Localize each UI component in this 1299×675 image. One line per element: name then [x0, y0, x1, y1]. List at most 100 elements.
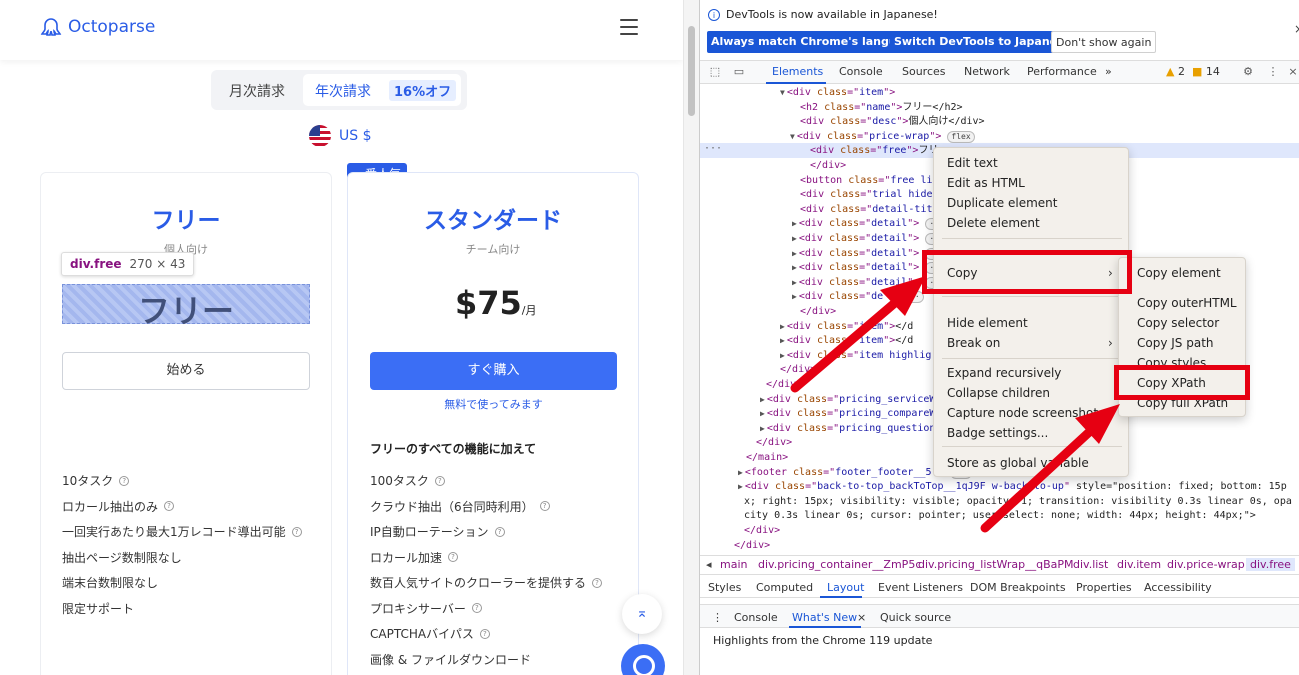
- subtab-accessibility[interactable]: Accessibility: [1144, 581, 1212, 594]
- dom-node-line[interactable]: </div>: [734, 539, 770, 553]
- submenu-item-copy-js-path[interactable]: Copy JS path: [1137, 336, 1214, 350]
- collapse-triangle-icon[interactable]: ▶: [792, 219, 797, 228]
- billing-monthly-option[interactable]: 月次請求: [229, 81, 285, 101]
- collapse-triangle-icon[interactable]: ▶: [792, 249, 797, 258]
- help-circle-icon[interactable]: ?: [164, 501, 175, 511]
- dont-show-button[interactable]: Don't show again: [1051, 31, 1157, 53]
- collapse-triangle-icon[interactable]: ▶: [792, 278, 797, 287]
- issues-counter[interactable]: ■ 14: [1192, 65, 1220, 78]
- help-circle-icon[interactable]: ?: [448, 552, 459, 562]
- close-tab-icon[interactable]: ×: [857, 611, 866, 624]
- dom-node-line[interactable]: ▶ <div class="item"></d: [780, 334, 913, 348]
- drawer-tab-quick-source[interactable]: Quick source: [880, 611, 951, 624]
- drawer-tab-whats-new[interactable]: What's New: [792, 611, 857, 624]
- breadcrumb-item[interactable]: div.pricing_listWrap__qBaPM: [918, 558, 1074, 571]
- tab-sources[interactable]: Sources: [902, 65, 946, 78]
- switch-japanese-button[interactable]: Switch DevTools to Japanese: [890, 31, 1076, 53]
- menu-item-store-as-global-variable[interactable]: Store as global variable: [947, 456, 1089, 470]
- menu-item-hide-element[interactable]: Hide element: [947, 316, 1028, 330]
- collapse-triangle-icon[interactable]: ▶: [760, 395, 765, 404]
- menu-item-badge-settings-[interactable]: Badge settings...: [947, 426, 1048, 440]
- page-scrollbar[interactable]: [683, 0, 699, 675]
- collapse-triangle-icon[interactable]: ▶: [760, 424, 765, 433]
- submenu-item-copy-element[interactable]: Copy element: [1137, 266, 1221, 280]
- device-toolbar-icon[interactable]: ▭: [732, 65, 746, 79]
- breadcrumb-item[interactable]: div.free: [1246, 558, 1295, 571]
- breadcrumb-prev-icon[interactable]: ◂: [706, 558, 712, 571]
- free-trial-link[interactable]: 無料で使ってみます: [370, 396, 617, 412]
- menu-item-break-on[interactable]: Break on: [947, 336, 1000, 350]
- subtab-layout[interactable]: Layout: [827, 581, 864, 594]
- back-to-top-button[interactable]: ⌅: [622, 594, 662, 634]
- help-circle-icon[interactable]: ?: [471, 603, 482, 613]
- dom-node-line[interactable]: x; right: 15px; visibility: visible; opa…: [744, 495, 1292, 509]
- breadcrumb-item[interactable]: main: [720, 558, 747, 571]
- dom-node-line[interactable]: </div>: [744, 524, 780, 538]
- dom-node-line[interactable]: <h2 class="name">フリー</h2>: [800, 101, 963, 115]
- collapse-triangle-icon[interactable]: ▶: [780, 322, 785, 331]
- help-circle-icon[interactable]: ?: [592, 577, 603, 588]
- kebab-menu-icon[interactable]: ⋮: [1266, 65, 1280, 79]
- menu-item-expand-recursively[interactable]: Expand recursively: [947, 366, 1061, 380]
- drawer-tab-console[interactable]: Console: [734, 611, 778, 624]
- menu-item-duplicate-element[interactable]: Duplicate element: [947, 196, 1057, 210]
- dom-node-line[interactable]: city 0.3s linear 0s; cursor: pointer; us…: [744, 509, 1256, 523]
- dom-node-line[interactable]: ▶<div class="detail"> ···: [792, 217, 948, 231]
- tab-elements[interactable]: Elements: [772, 65, 823, 78]
- subtab-dom-breakpoints[interactable]: DOM Breakpoints: [970, 581, 1066, 594]
- collapse-triangle-icon[interactable]: ▶: [792, 234, 797, 243]
- dom-node-line[interactable]: <div class="desc">個人向け</div>: [800, 115, 985, 129]
- dom-node-line[interactable]: <div class="trial hide">: [800, 188, 945, 202]
- subtab-computed[interactable]: Computed: [756, 581, 813, 594]
- buy-now-button[interactable]: すぐ購入: [370, 352, 617, 390]
- search-fab-icon[interactable]: [621, 644, 665, 675]
- menu-item-edit-as-html[interactable]: Edit as HTML: [947, 176, 1025, 190]
- dom-node-line[interactable]: ▼ <div class="item">: [780, 86, 895, 100]
- warnings-counter[interactable]: ▲ 2: [1166, 65, 1185, 78]
- dom-node-line[interactable]: </div>: [766, 378, 802, 392]
- collapse-triangle-icon[interactable]: ▶: [780, 351, 785, 360]
- gear-icon[interactable]: ⚙: [1241, 65, 1255, 79]
- dom-node-line[interactable]: ▶<div class="detail"> ···: [792, 232, 948, 246]
- breadcrumb-item[interactable]: div.pricing_container__ZmP5c: [758, 558, 921, 571]
- expand-triangle-icon[interactable]: ▼: [790, 132, 795, 141]
- expand-triangle-icon[interactable]: ▼: [780, 88, 785, 97]
- dom-node-line[interactable]: </div>: [800, 305, 836, 319]
- menu-item-delete-element[interactable]: Delete element: [947, 216, 1040, 230]
- dom-node-line[interactable]: <div class="free">フリ: [810, 144, 938, 158]
- dom-node-line[interactable]: ▶ <div class="back-to-top_backToTop__1qJ9…: [738, 480, 1287, 494]
- dom-node-line[interactable]: <div class="detail-tit">: [800, 203, 945, 217]
- hamburger-menu-icon[interactable]: [620, 19, 638, 35]
- inspect-element-icon[interactable]: ⬚: [708, 65, 722, 79]
- collapse-triangle-icon[interactable]: ▶: [760, 409, 765, 418]
- help-circle-icon[interactable]: ?: [291, 526, 302, 537]
- kebab-menu-icon[interactable]: ⋮: [712, 611, 723, 624]
- help-circle-icon[interactable]: ?: [494, 526, 505, 537]
- menu-item-edit-text[interactable]: Edit text: [947, 156, 998, 170]
- submenu-item-copy-selector[interactable]: Copy selector: [1137, 316, 1219, 330]
- flex-badge[interactable]: flex: [947, 130, 975, 143]
- subtab-styles[interactable]: Styles: [708, 581, 741, 594]
- breadcrumb-item[interactable]: div.price-wrap: [1167, 558, 1245, 571]
- dom-node-line[interactable]: </main>: [746, 451, 788, 465]
- close-devtools-icon[interactable]: ×: [1286, 65, 1299, 79]
- dom-node-line[interactable]: ▶ <div class="item"></d: [780, 320, 913, 334]
- breadcrumb-item[interactable]: div.item: [1117, 558, 1161, 571]
- start-free-button[interactable]: 始める: [62, 352, 310, 390]
- ellipsis-badge[interactable]: ···: [901, 291, 924, 304]
- collapse-triangle-icon[interactable]: ▶: [738, 468, 743, 477]
- dom-node-line[interactable]: </div>: [780, 363, 816, 377]
- more-tabs-icon[interactable]: »: [1105, 65, 1112, 78]
- dom-node-line[interactable]: ▶ <div class="de"> ···: [792, 290, 924, 304]
- help-circle-icon[interactable]: ?: [479, 628, 490, 639]
- collapse-triangle-icon[interactable]: ▶: [792, 292, 797, 301]
- tab-console[interactable]: Console: [839, 65, 883, 78]
- menu-item-collapse-children[interactable]: Collapse children: [947, 386, 1050, 400]
- collapse-triangle-icon[interactable]: ▶: [780, 336, 785, 345]
- menu-item-capture-node-screenshot[interactable]: Capture node screenshot: [947, 406, 1098, 420]
- dom-node-line[interactable]: </div>: [756, 436, 792, 450]
- help-circle-icon[interactable]: ?: [119, 475, 130, 486]
- help-circle-icon[interactable]: ?: [539, 501, 550, 511]
- dom-node-line[interactable]: ▼ <div class="price-wrap"> flex: [790, 130, 975, 144]
- subtab-event-listeners[interactable]: Event Listeners: [878, 581, 963, 594]
